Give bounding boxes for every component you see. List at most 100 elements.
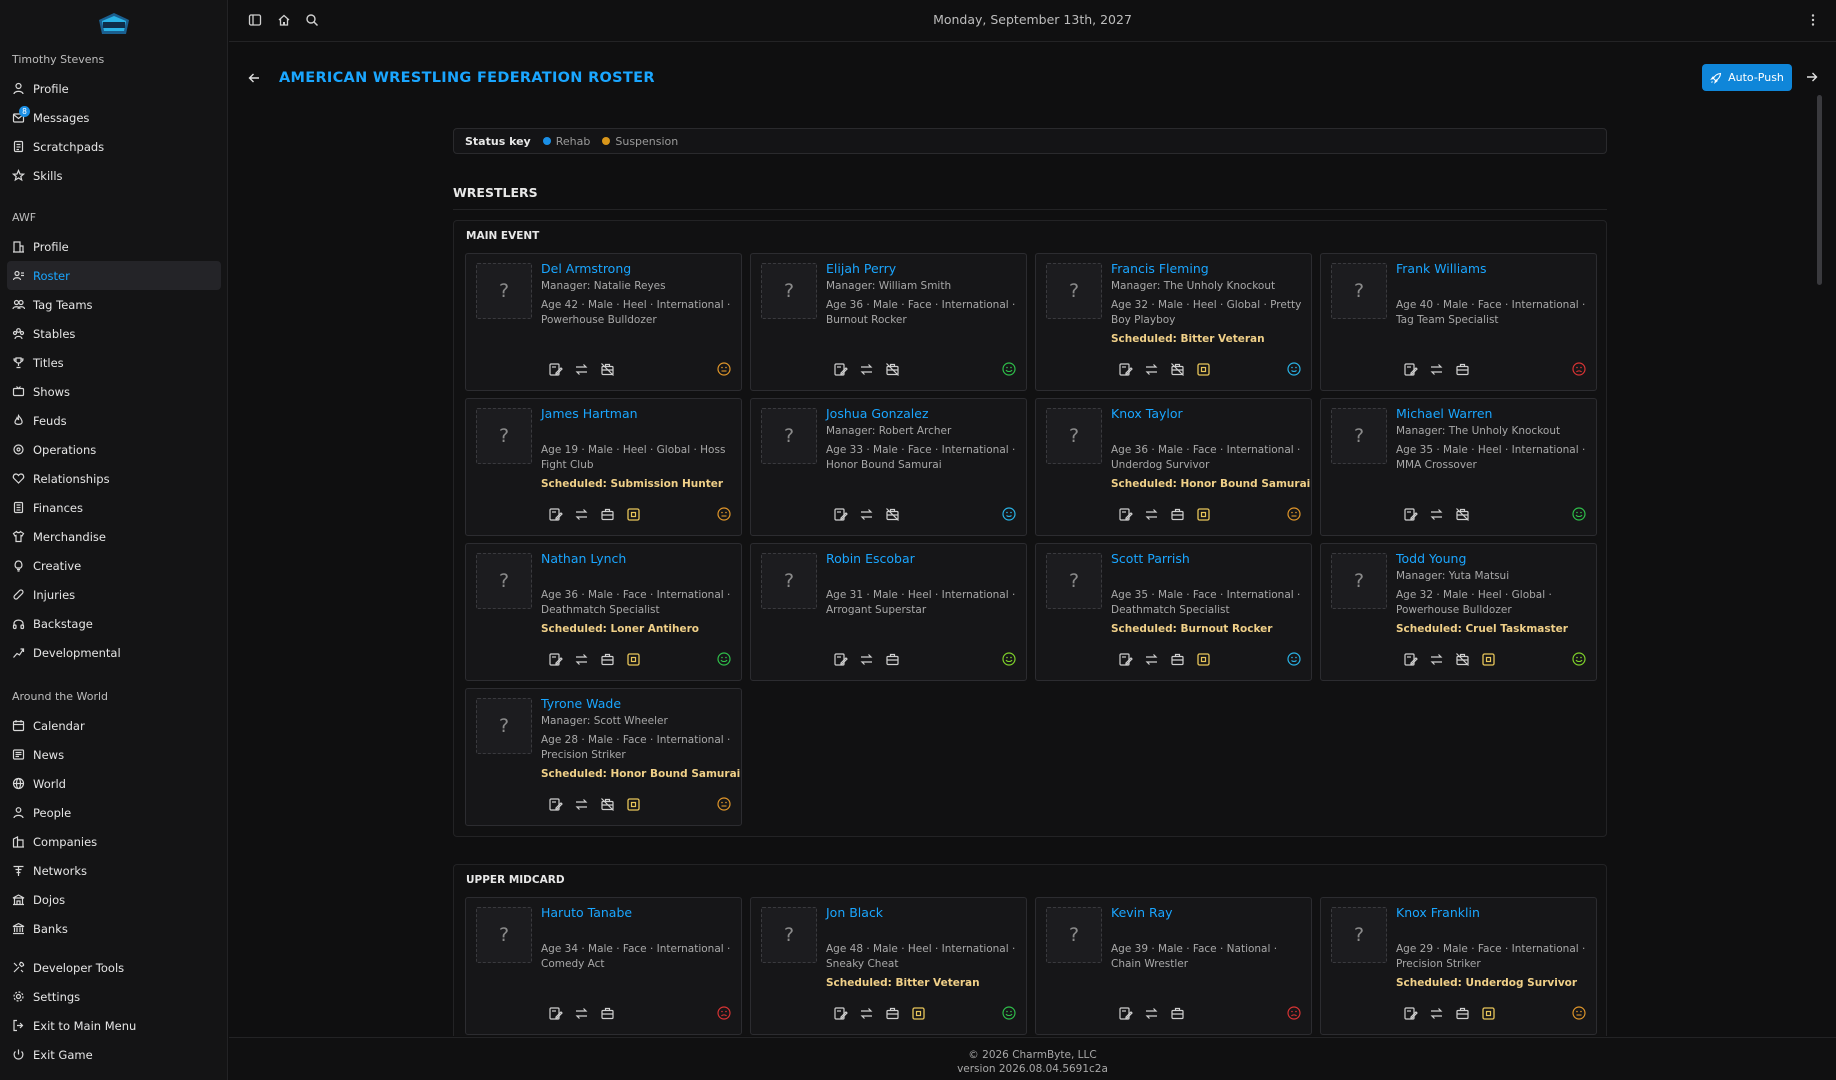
briefcase-icon[interactable]	[1170, 1006, 1185, 1021]
contract-edit-icon[interactable]	[548, 1006, 563, 1021]
contract-edit-icon[interactable]	[1403, 507, 1418, 522]
wrestler-name-link[interactable]: James Hartman	[541, 406, 638, 421]
sidebar-item-company-merchandise[interactable]: Merchandise	[7, 522, 221, 551]
wrestler-avatar-placeholder[interactable]: ?	[1331, 907, 1387, 963]
scheduled-match-icon[interactable]	[626, 507, 641, 522]
wrestler-avatar-placeholder[interactable]: ?	[1331, 263, 1387, 319]
wrestler-name-link[interactable]: Knox Franklin	[1396, 905, 1480, 920]
briefcase-icon[interactable]	[1455, 1006, 1470, 1021]
wrestler-avatar-placeholder[interactable]: ?	[476, 408, 532, 464]
briefcase-icon[interactable]	[1170, 652, 1185, 667]
more-menu-icon[interactable]	[1806, 13, 1820, 27]
trade-arrows-icon[interactable]	[859, 1006, 874, 1021]
scheduled-match-icon[interactable]	[1196, 507, 1211, 522]
wrestler-name-link[interactable]: Joshua Gonzalez	[826, 406, 929, 421]
sidebar-item-company-titles[interactable]: Titles	[7, 348, 221, 377]
sidebar-item-company-injuries[interactable]: Injuries	[7, 580, 221, 609]
wrestler-avatar-placeholder[interactable]: ?	[476, 698, 532, 754]
contract-edit-icon[interactable]	[1118, 652, 1133, 667]
sidebar-item-company-relationships[interactable]: Relationships	[7, 464, 221, 493]
sidebar-item-company-operations[interactable]: Operations	[7, 435, 221, 464]
wrestler-avatar-placeholder[interactable]: ?	[1046, 907, 1102, 963]
contract-edit-icon[interactable]	[548, 507, 563, 522]
sidebar-item-bottom-exit-to-main-menu[interactable]: Exit to Main Menu	[7, 1011, 221, 1040]
wrestler-name-link[interactable]: Del Armstrong	[541, 261, 631, 276]
trade-arrows-icon[interactable]	[859, 362, 874, 377]
briefcase-off-icon[interactable]	[1455, 652, 1470, 667]
trade-arrows-icon[interactable]	[1144, 507, 1159, 522]
wrestler-name-link[interactable]: Kevin Ray	[1111, 905, 1173, 920]
wrestler-avatar-placeholder[interactable]: ?	[761, 408, 817, 464]
sidebar-item-company-stables[interactable]: Stables	[7, 319, 221, 348]
trade-arrows-icon[interactable]	[1429, 1006, 1444, 1021]
trade-arrows-icon[interactable]	[574, 652, 589, 667]
sidebar-item-bottom-exit-game[interactable]: Exit Game	[7, 1040, 221, 1069]
trade-arrows-icon[interactable]	[574, 362, 589, 377]
scheduled-match-icon[interactable]	[1196, 362, 1211, 377]
briefcase-off-icon[interactable]	[885, 362, 900, 377]
wrestler-avatar-placeholder[interactable]: ?	[761, 263, 817, 319]
contract-edit-icon[interactable]	[833, 507, 848, 522]
wrestler-avatar-placeholder[interactable]: ?	[761, 907, 817, 963]
sidebar-item-user-messages[interactable]: 8 Messages	[7, 103, 221, 132]
sidebar-item-world-banks[interactable]: Banks	[7, 914, 221, 943]
wrestler-avatar-placeholder[interactable]: ?	[1046, 408, 1102, 464]
trade-arrows-icon[interactable]	[1144, 652, 1159, 667]
wrestler-name-link[interactable]: Frank Williams	[1396, 261, 1487, 276]
sidebar-item-company-shows[interactable]: Shows	[7, 377, 221, 406]
trade-arrows-icon[interactable]	[1429, 652, 1444, 667]
wrestler-name-link[interactable]: Scott Parrish	[1111, 551, 1190, 566]
briefcase-icon[interactable]	[600, 507, 615, 522]
wrestler-avatar-placeholder[interactable]: ?	[1331, 553, 1387, 609]
sidebar-item-user-skills[interactable]: Skills	[7, 161, 221, 190]
sidebar-item-company-tag-teams[interactable]: Tag Teams	[7, 290, 221, 319]
briefcase-icon[interactable]	[1455, 362, 1470, 377]
wrestler-name-link[interactable]: Haruto Tanabe	[541, 905, 632, 920]
contract-edit-icon[interactable]	[1118, 507, 1133, 522]
contract-edit-icon[interactable]	[1118, 1006, 1133, 1021]
briefcase-off-icon[interactable]	[600, 797, 615, 812]
contract-edit-icon[interactable]	[833, 1006, 848, 1021]
wrestler-name-link[interactable]: Todd Young	[1396, 551, 1466, 566]
contract-edit-icon[interactable]	[1118, 362, 1133, 377]
trade-arrows-icon[interactable]	[859, 507, 874, 522]
search-icon[interactable]	[305, 13, 319, 27]
briefcase-icon[interactable]	[600, 652, 615, 667]
briefcase-off-icon[interactable]	[1170, 362, 1185, 377]
briefcase-off-icon[interactable]	[885, 507, 900, 522]
trade-arrows-icon[interactable]	[574, 797, 589, 812]
wrestler-name-link[interactable]: Michael Warren	[1396, 406, 1492, 421]
sidebar-item-world-companies[interactable]: Companies	[7, 827, 221, 856]
briefcase-icon[interactable]	[885, 1006, 900, 1021]
wrestler-name-link[interactable]: Jon Black	[826, 905, 883, 920]
sidebar-item-company-creative[interactable]: Creative	[7, 551, 221, 580]
scheduled-match-icon[interactable]	[1196, 652, 1211, 667]
sidebar-item-bottom-settings[interactable]: Settings	[7, 982, 221, 1011]
trade-arrows-icon[interactable]	[859, 652, 874, 667]
trade-arrows-icon[interactable]	[1144, 362, 1159, 377]
contract-edit-icon[interactable]	[548, 362, 563, 377]
contract-edit-icon[interactable]	[548, 797, 563, 812]
sidebar-item-company-roster[interactable]: Roster	[7, 261, 221, 290]
briefcase-icon[interactable]	[600, 1006, 615, 1021]
briefcase-icon[interactable]	[885, 652, 900, 667]
scheduled-match-icon[interactable]	[1481, 652, 1496, 667]
scheduled-match-icon[interactable]	[626, 797, 641, 812]
home-icon[interactable]	[277, 13, 291, 27]
wrestler-name-link[interactable]: Francis Fleming	[1111, 261, 1209, 276]
contract-edit-icon[interactable]	[833, 652, 848, 667]
briefcase-icon[interactable]	[1170, 507, 1185, 522]
wrestler-name-link[interactable]: Robin Escobar	[826, 551, 915, 566]
contract-edit-icon[interactable]	[1403, 362, 1418, 377]
sidebar-item-world-world[interactable]: World	[7, 769, 221, 798]
wrestler-name-link[interactable]: Elijah Perry	[826, 261, 896, 276]
scheduled-match-icon[interactable]	[911, 1006, 926, 1021]
wrestler-avatar-placeholder[interactable]: ?	[1331, 408, 1387, 464]
trade-arrows-icon[interactable]	[1429, 362, 1444, 377]
briefcase-off-icon[interactable]	[600, 362, 615, 377]
contract-edit-icon[interactable]	[1403, 1006, 1418, 1021]
sidebar-item-company-backstage[interactable]: Backstage	[7, 609, 221, 638]
wrestler-avatar-placeholder[interactable]: ?	[761, 553, 817, 609]
sidebar-item-company-developmental[interactable]: Developmental	[7, 638, 221, 667]
sidebar-item-bottom-developer-tools[interactable]: Developer Tools	[7, 953, 221, 982]
